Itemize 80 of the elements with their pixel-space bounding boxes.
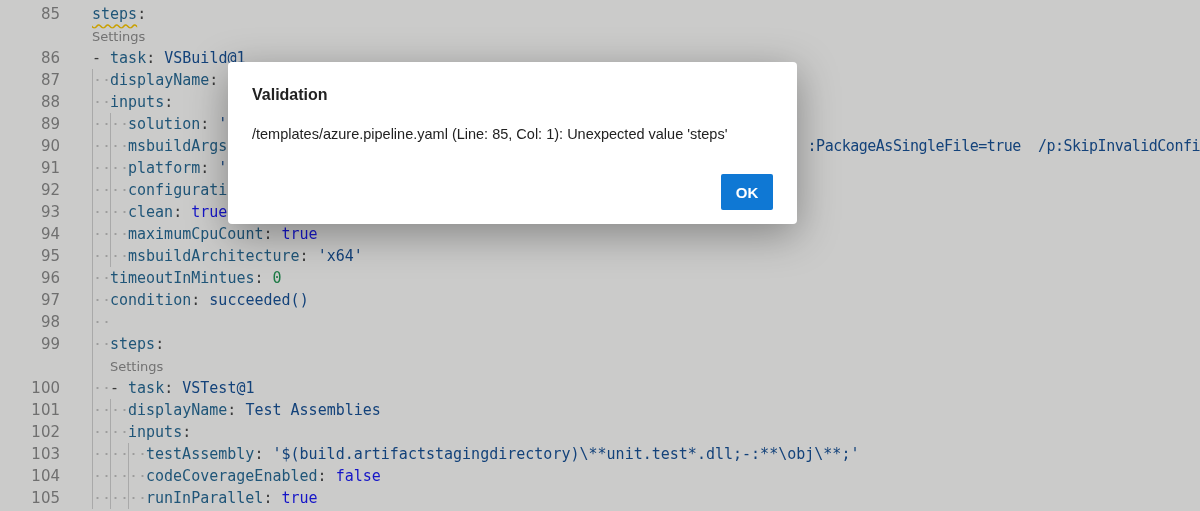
code-token: - bbox=[92, 49, 103, 67]
code-token: inputs bbox=[110, 93, 165, 111]
code-token: inputs bbox=[128, 423, 183, 441]
code-token: task bbox=[128, 379, 165, 397]
line-number: 89 bbox=[39, 115, 60, 133]
ok-button[interactable]: OK bbox=[721, 174, 773, 210]
code-token: : bbox=[164, 379, 175, 397]
line-number: 94 bbox=[39, 225, 60, 243]
line-number: 87 bbox=[39, 71, 60, 89]
line-number: 104 bbox=[30, 467, 60, 485]
code-token: displayName bbox=[128, 401, 228, 419]
warning-code-token: steps bbox=[92, 5, 138, 23]
code-token: true bbox=[191, 203, 228, 221]
code-token: true bbox=[281, 225, 318, 243]
line-number: 99 bbox=[39, 335, 60, 353]
code-token: : bbox=[200, 115, 211, 133]
code-token: msbuildArgs bbox=[128, 137, 228, 155]
line-number: 95 bbox=[39, 247, 60, 265]
code-token: : bbox=[299, 247, 310, 265]
code-token: Test Assemblies bbox=[245, 401, 381, 419]
code-token: ' bbox=[218, 159, 228, 177]
code-token: ' bbox=[218, 115, 228, 133]
code-token: : bbox=[317, 467, 328, 485]
code-token: : bbox=[254, 445, 265, 463]
code-token: : bbox=[254, 269, 265, 287]
line-number: 101 bbox=[30, 401, 60, 419]
code-token: : bbox=[209, 71, 219, 89]
line-number: 97 bbox=[39, 291, 60, 309]
code-token: : bbox=[173, 203, 184, 221]
line-number: 90 bbox=[39, 137, 60, 155]
code-token: : bbox=[155, 335, 165, 353]
line-number: 91 bbox=[39, 159, 60, 177]
code-token: solution bbox=[128, 115, 201, 133]
dialog-title: Validation bbox=[252, 86, 328, 104]
code-token: configurati bbox=[128, 181, 228, 199]
code-token: clean bbox=[128, 203, 174, 221]
code-token: 'x64' bbox=[317, 247, 363, 265]
code-token: maximumCpuCount bbox=[128, 225, 264, 243]
code-token: false bbox=[335, 467, 381, 485]
code-token: succeeded() bbox=[209, 291, 309, 309]
code-token: msbuildArchitecture bbox=[128, 247, 300, 265]
code-token: VSTest@1 bbox=[182, 379, 255, 397]
dialog-message: /templates/azure.pipeline.yaml (Line: 85, Col: 1): Unexpected value 'steps' bbox=[252, 126, 728, 142]
line-number: 86 bbox=[39, 49, 60, 67]
line-number: 92 bbox=[39, 181, 60, 199]
code-token: : bbox=[164, 93, 174, 111]
code-token: : bbox=[227, 401, 238, 419]
code-token: '$(build.artifactstagingdirectory)\**unit.test*.dll;-:**\obj\**;' bbox=[272, 445, 860, 463]
code-token: : bbox=[263, 225, 274, 243]
code-token: : bbox=[263, 489, 274, 507]
code-token: codeCoverageEnabled bbox=[146, 467, 318, 485]
line-number: 88 bbox=[39, 93, 60, 111]
code-token: platform bbox=[128, 159, 201, 177]
code-token: timeoutInMintues bbox=[110, 269, 255, 287]
code-token: VSBuild@1 bbox=[164, 49, 246, 67]
line-number: 100 bbox=[30, 379, 60, 397]
code-token: - bbox=[110, 379, 121, 397]
settings-codelens-link[interactable]: Settings bbox=[110, 358, 164, 374]
code-token: steps bbox=[110, 335, 156, 353]
code-token: true bbox=[281, 489, 318, 507]
code-token: task bbox=[110, 49, 147, 67]
line-number: 96 bbox=[39, 269, 60, 287]
settings-codelens-link[interactable]: Settings bbox=[92, 28, 146, 44]
code-token: displayName bbox=[110, 71, 210, 89]
code-token: : bbox=[191, 291, 202, 309]
line-number: 98 bbox=[39, 313, 60, 331]
line-number: 103 bbox=[30, 445, 60, 463]
code-token: : bbox=[200, 159, 211, 177]
line-number: 93 bbox=[39, 203, 60, 221]
code-token: : bbox=[146, 49, 157, 67]
line-number: 85 bbox=[39, 5, 60, 23]
line-number: 105 bbox=[30, 489, 60, 507]
code-token: : bbox=[182, 423, 192, 441]
code-token: : bbox=[137, 5, 147, 23]
code-token: :PackageAsSingleFile=true /p:SkipInvalidConfi bbox=[807, 137, 1200, 155]
code-token: testAssembly bbox=[146, 445, 255, 463]
line-number: 102 bbox=[30, 423, 60, 441]
code-token: condition bbox=[110, 291, 192, 309]
code-token: 0 bbox=[272, 269, 282, 287]
code-token: runInParallel bbox=[146, 489, 264, 507]
